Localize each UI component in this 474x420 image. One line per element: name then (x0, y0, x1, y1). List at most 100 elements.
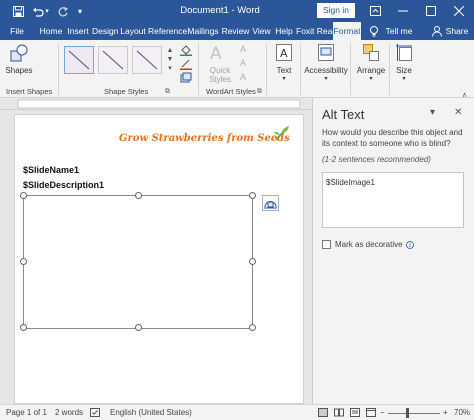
mark-as-decorative-row[interactable]: Mark as decorative (322, 240, 414, 249)
tab-view[interactable]: View (251, 22, 272, 40)
quick-styles-button[interactable]: A Quick Styles (204, 44, 236, 84)
word-count[interactable]: 2 words (55, 408, 83, 417)
zoom-level[interactable]: 70% (454, 408, 470, 417)
tab-references[interactable]: Reference (148, 22, 187, 40)
redo-icon[interactable] (55, 3, 71, 19)
zoom-slider[interactable] (388, 412, 440, 415)
shapes-button[interactable]: Shapes (5, 44, 33, 82)
print-layout-icon[interactable] (350, 408, 360, 417)
title-bar: ▾ ▾ Document1 - Word Sign in (0, 0, 474, 22)
pane-options-icon[interactable]: ▾ (430, 107, 435, 118)
quick-styles-icon: A (210, 44, 222, 64)
slide-name-field[interactable]: $SlideName1 (23, 165, 79, 175)
ribbon-display-options-icon[interactable] (362, 0, 388, 22)
tab-format[interactable]: Format (333, 22, 361, 40)
zoom-out-button[interactable]: − (380, 408, 385, 417)
size-icon (396, 44, 412, 61)
text-button[interactable]: A Text ▾ (272, 44, 296, 84)
text-effects-icon[interactable]: A (240, 72, 246, 82)
shape-outline-icon[interactable] (180, 58, 192, 70)
shape-style-thumbnail[interactable] (98, 46, 128, 74)
shape-style-thumbnail[interactable] (132, 46, 162, 74)
layout-options-icon (264, 201, 277, 209)
arrange-label: Arrange (356, 66, 386, 75)
size-button[interactable]: Size ▾ (392, 44, 416, 84)
quick-styles-label: Quick Styles (209, 66, 231, 84)
layout-options-button[interactable] (262, 195, 279, 211)
zoom-in-button[interactable]: + (443, 408, 448, 417)
selected-image-placeholder[interactable] (20, 192, 256, 331)
ribbon-divider (300, 43, 301, 95)
tab-design[interactable]: Design (92, 22, 118, 40)
text-outline-icon[interactable]: A (240, 58, 246, 68)
styles-gallery-scroll-icon[interactable]: ▲ ▼ ▾ (166, 46, 174, 74)
group-label-shape-styles: Shape Styles (104, 87, 149, 96)
accessibility-label: Accessibility (304, 66, 348, 75)
shape-effects-icon[interactable] (180, 72, 192, 84)
ribbon: Shapes Insert Shapes ▲ ▼ ▾ Shape Styles ⧉ … (0, 40, 474, 99)
info-icon[interactable] (405, 240, 414, 249)
page-count[interactable]: Page 1 of 1 (6, 408, 47, 417)
ribbon-divider (198, 43, 199, 95)
focus-mode-icon[interactable] (318, 408, 328, 417)
tab-foxit-reader[interactable]: Foxit Reac (296, 22, 337, 40)
zoom-slider-thumb[interactable] (406, 408, 409, 418)
resize-handle[interactable] (20, 324, 27, 331)
svg-text:A: A (280, 47, 288, 60)
tab-file[interactable]: File (6, 22, 28, 40)
text-box-icon: A (276, 44, 292, 61)
shape-style-thumbnail[interactable] (64, 46, 94, 74)
tab-help[interactable]: Help (274, 22, 294, 40)
undo-dropdown-icon[interactable]: ▾ (43, 3, 51, 19)
text-fill-icon[interactable]: A (240, 44, 246, 54)
close-icon[interactable]: ✕ (454, 107, 462, 118)
tell-me-search[interactable]: Tell me (384, 22, 414, 40)
tab-home[interactable]: Home (38, 22, 64, 40)
chevron-down-icon: ▾ (324, 76, 328, 82)
dialog-launcher-icon[interactable]: ⧉ (165, 88, 170, 96)
arrange-icon (363, 44, 379, 61)
resize-handle[interactable] (249, 258, 256, 265)
horizontal-ruler (0, 98, 312, 110)
chevron-down-icon: ▾ (282, 76, 286, 82)
share-icon (432, 26, 442, 37)
resize-handle[interactable] (135, 192, 142, 199)
language[interactable]: English (United States) (110, 408, 192, 417)
alt-text-icon (318, 44, 334, 61)
maximize-icon[interactable] (418, 0, 444, 22)
tab-insert[interactable]: Insert (66, 22, 90, 40)
read-mode-icon[interactable] (334, 408, 344, 417)
alt-text-field[interactable]: $SlideImage1 (322, 172, 464, 228)
resize-handle[interactable] (20, 192, 27, 199)
web-layout-icon[interactable] (366, 408, 376, 417)
tab-mailings[interactable]: Mailings (187, 22, 219, 40)
resize-handle[interactable] (249, 324, 256, 331)
minimize-icon[interactable] (390, 0, 416, 22)
arrange-button[interactable]: Arrange ▾ (354, 44, 388, 84)
dialog-launcher-icon[interactable]: ⧉ (257, 88, 262, 96)
shape-fill-icon[interactable] (180, 44, 192, 56)
decorative-checkbox[interactable] (322, 240, 331, 249)
alt-text-hint: (1-2 sentences recommended) (322, 155, 431, 164)
close-icon[interactable] (446, 0, 472, 22)
chevron-down-icon: ▾ (369, 76, 373, 82)
lightbulb-icon (370, 26, 378, 37)
save-icon[interactable] (10, 3, 26, 19)
shapes-icon (10, 44, 28, 62)
sign-in-button[interactable]: Sign in (317, 3, 355, 18)
resize-handle[interactable] (135, 324, 142, 331)
alt-text-pane: Alt Text ▾ ✕ How would you describe this… (312, 98, 474, 404)
slide-description-field[interactable]: $SlideDescription1 (23, 180, 104, 190)
resize-handle[interactable] (249, 192, 256, 199)
share-button[interactable]: Share (444, 22, 470, 40)
document-page[interactable]: Grow Strawberries from Seeds $SlideName1… (14, 114, 304, 404)
tab-layout[interactable]: Layout (120, 22, 146, 40)
proofing-icon[interactable] (90, 408, 100, 417)
accessibility-button[interactable]: Accessibility ▾ (303, 44, 349, 84)
resize-handle[interactable] (20, 258, 27, 265)
chevron-down-icon: ▾ (402, 76, 406, 82)
tab-review[interactable]: Review (221, 22, 250, 40)
customize-quick-access-icon[interactable]: ▾ (72, 3, 88, 19)
decorative-label: Mark as decorative (335, 240, 403, 249)
window-title: Document1 - Word (180, 5, 260, 16)
